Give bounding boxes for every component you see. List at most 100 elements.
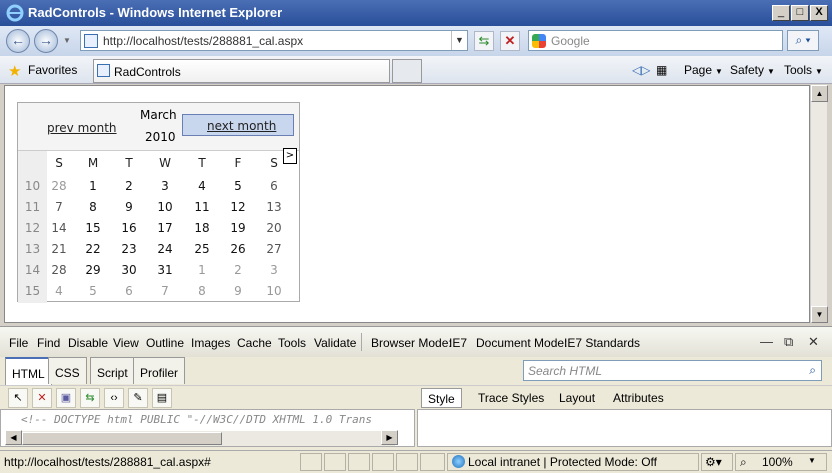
search-placeholder[interactable]: Google [551, 34, 590, 48]
dev-menu-validate[interactable]: Validate [314, 336, 356, 350]
calendar-day[interactable]: 9 [112, 200, 146, 214]
calendar-day[interactable]: 7 [148, 284, 182, 298]
safety-menu[interactable]: Safety ▼ [730, 63, 775, 77]
select-element-icon[interactable]: ↖ [8, 388, 28, 408]
address-bar[interactable]: http://localhost/tests/288881_cal.aspx ▼ [80, 30, 468, 51]
scroll-up-icon[interactable]: ▲ [811, 85, 828, 102]
address-url[interactable]: http://localhost/tests/288881_cal.aspx [103, 34, 303, 48]
calendar-day[interactable]: 4 [42, 284, 76, 298]
dev-menu-find[interactable]: Find [37, 336, 60, 350]
save-icon[interactable]: ▣ [56, 388, 76, 408]
calendar-day[interactable]: 2 [112, 179, 146, 193]
calendar-day[interactable]: 1 [76, 179, 110, 193]
calendar-day[interactable]: 5 [76, 284, 110, 298]
calendar-day[interactable]: 14 [42, 221, 76, 235]
tab-css[interactable]: CSS [48, 357, 87, 384]
favorites-button[interactable]: Favorites [28, 63, 77, 77]
tools-menu[interactable]: Tools ▼ [784, 63, 823, 77]
calendar-day[interactable]: 1 [185, 263, 219, 277]
refresh-button[interactable]: ⇆ [474, 31, 494, 51]
document-mode-label[interactable]: Document Mode: [476, 336, 567, 350]
calendar-day[interactable]: 16 [112, 221, 146, 235]
calendar-day[interactable]: 27 [257, 242, 291, 256]
dev-menu-outline[interactable]: Outline [146, 336, 184, 350]
calendar-day[interactable]: 2 [221, 263, 255, 277]
calendar-day[interactable]: 31 [148, 263, 182, 277]
calendar-day[interactable]: 13 [257, 200, 291, 214]
tab-script[interactable]: Script [90, 357, 135, 384]
tab-html[interactable]: HTML [5, 357, 52, 385]
calendar-day[interactable]: 24 [148, 242, 182, 256]
source-line[interactable]: <!-- DOCTYPE html PUBLIC "-//W3C//DTD XH… [21, 413, 372, 426]
next-month-box[interactable]: next month [182, 114, 294, 136]
maximize-button[interactable]: □ [791, 5, 809, 21]
calendar-day[interactable]: 23 [112, 242, 146, 256]
page-menu[interactable]: Page ▼ [684, 63, 723, 77]
calendar-day[interactable]: 15 [76, 221, 110, 235]
clear-icon[interactable]: ✕ [32, 388, 52, 408]
devtools-unpin-icon[interactable]: ⧉ [784, 334, 793, 350]
devtools-minimize-icon[interactable]: — [760, 334, 773, 349]
tab-trace-styles[interactable]: Trace Styles [472, 388, 550, 408]
calendar-day[interactable]: 19 [221, 221, 255, 235]
feeds-icon[interactable]: ◁▷ [632, 63, 650, 77]
calendar-day[interactable]: 10 [257, 284, 291, 298]
calendar-day[interactable]: 28 [42, 179, 76, 193]
search-button[interactable]: ⌕ ▾ [787, 30, 819, 51]
zoom-control[interactable]: ⌕ 100% ▼ [735, 453, 827, 471]
security-zone[interactable]: Local intranet | Protected Mode: Off [447, 453, 699, 471]
stop-button[interactable]: ✕ [500, 31, 520, 51]
calendar-day[interactable]: 30 [112, 263, 146, 277]
browser-tab[interactable]: RadControls [93, 59, 390, 83]
print-icon[interactable]: ▦ [656, 63, 667, 77]
calendar-day[interactable]: 12 [221, 200, 255, 214]
tab-layout[interactable]: Layout [553, 388, 601, 408]
scroll-left-icon[interactable]: ◀ [5, 430, 22, 445]
new-tab-button[interactable] [392, 59, 422, 83]
calendar-day[interactable]: 18 [185, 221, 219, 235]
calendar-day[interactable]: 28 [42, 263, 76, 277]
search-box[interactable]: Google [528, 30, 783, 51]
calendar-day[interactable]: 17 [148, 221, 182, 235]
dev-menu-tools[interactable]: Tools [278, 336, 306, 350]
dom-view-icon[interactable]: ▤ [152, 388, 172, 408]
edit-icon[interactable]: ✎ [128, 388, 148, 408]
calendar-day[interactable]: 7 [42, 200, 76, 214]
calendar-day[interactable]: 9 [221, 284, 255, 298]
vertical-scrollbar[interactable]: ▲ ▼ [810, 85, 828, 323]
calendar-day[interactable]: 8 [185, 284, 219, 298]
calendar-day[interactable]: 22 [76, 242, 110, 256]
calendar-day[interactable]: 6 [112, 284, 146, 298]
calendar-day[interactable]: 5 [221, 179, 255, 193]
refresh-dom-icon[interactable]: ⇆ [80, 388, 100, 408]
horizontal-scrollbar[interactable]: ◀ ▶ [5, 430, 398, 446]
calendar-day[interactable]: 11 [185, 200, 219, 214]
dev-menu-cache[interactable]: Cache [237, 336, 272, 350]
calendar-day[interactable]: 10 [148, 200, 182, 214]
dev-menu-view[interactable]: View [113, 336, 139, 350]
dev-menu-file[interactable]: File [9, 336, 28, 350]
calendar-day[interactable]: 6 [257, 179, 291, 193]
forward-button[interactable]: → [34, 29, 58, 53]
calendar-day[interactable]: 4 [185, 179, 219, 193]
scroll-right-icon[interactable]: ▶ [381, 430, 398, 445]
browser-mode-value[interactable]: IE7 [449, 336, 467, 350]
history-dropdown-icon[interactable]: ▼ [63, 36, 71, 45]
calendar-day[interactable]: 8 [76, 200, 110, 214]
html-source-pane[interactable]: <!-- DOCTYPE html PUBLIC "-//W3C//DTD XH… [0, 409, 415, 447]
favorites-star-icon[interactable]: ★ [8, 62, 21, 80]
back-button[interactable]: ← [6, 29, 30, 53]
dev-menu-images[interactable]: Images [191, 336, 230, 350]
calendar-day[interactable]: 26 [221, 242, 255, 256]
calendar-day[interactable]: 29 [76, 263, 110, 277]
devtools-close-icon[interactable]: ✕ [808, 334, 819, 350]
minimize-button[interactable]: _ [772, 5, 790, 21]
dev-menu-disable[interactable]: Disable [68, 336, 108, 350]
close-button[interactable]: X [810, 5, 828, 21]
calendar-day[interactable]: 21 [42, 242, 76, 256]
style-pane[interactable] [417, 409, 832, 447]
search-html-placeholder[interactable]: Search HTML [528, 364, 602, 378]
calendar-day[interactable]: 20 [257, 221, 291, 235]
tab-style[interactable]: Style [421, 388, 462, 408]
browser-mode-label[interactable]: Browser Mode: [371, 336, 452, 350]
